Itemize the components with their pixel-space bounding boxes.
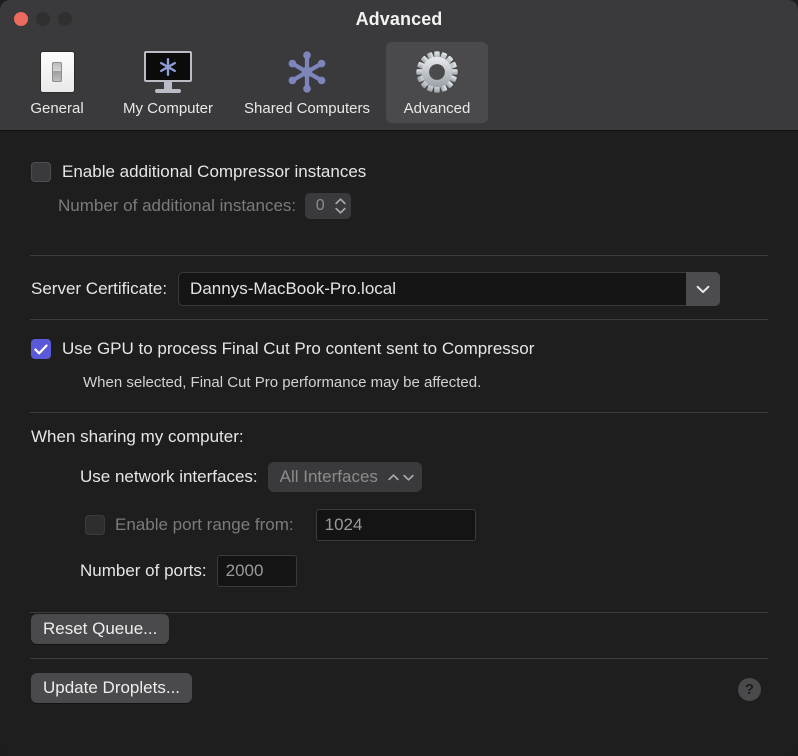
num-ports-row[interactable]: Number of ports: 2000 [80, 555, 297, 587]
divider-3 [30, 412, 768, 413]
port-range-label: Enable port range from: [115, 515, 294, 534]
enable-instances-row[interactable]: Enable additional Compressor instances [31, 162, 366, 182]
divider-4 [30, 612, 768, 613]
sharing-heading-row: When sharing my computer: [31, 427, 244, 447]
network-interfaces-label: Use network interfaces: [80, 467, 258, 486]
num-ports-input[interactable]: 2000 [216, 555, 297, 587]
port-range-checkbox[interactable] [85, 515, 105, 535]
server-certificate-label: Server Certificate: [31, 279, 168, 298]
num-instances-stepper[interactable]: 0 [305, 193, 352, 219]
tab-advanced[interactable]: Advanced [386, 42, 488, 123]
network-interfaces-value: All Interfaces [279, 467, 378, 486]
network-nodes-icon [228, 48, 386, 96]
num-instances-label: Number of additional instances: [58, 196, 297, 215]
chevron-down-icon[interactable] [686, 272, 721, 306]
divider-2 [30, 319, 768, 320]
server-certificate-combobox[interactable]: Dannys-MacBook-Pro.local [178, 272, 721, 306]
port-range-input[interactable]: 1024 [315, 509, 476, 541]
use-gpu-row[interactable]: Use GPU to process Final Cut Pro content… [31, 339, 534, 359]
preferences-content: Enable additional Compressor instances N… [0, 131, 798, 756]
network-interfaces-row[interactable]: Use network interfaces: All Interfaces [80, 462, 423, 492]
tab-shared-computers[interactable]: Shared Computers [228, 42, 386, 123]
update-droplets-row: Update Droplets... [31, 673, 193, 703]
tab-shared-computers-label: Shared Computers [244, 100, 370, 117]
tab-advanced-label: Advanced [403, 100, 471, 117]
network-interfaces-popup[interactable]: All Interfaces [267, 462, 423, 492]
port-range-row[interactable]: Enable port range from: 1024 [85, 509, 476, 541]
use-gpu-note: When selected, Final Cut Pro performance… [83, 374, 482, 391]
enable-instances-label: Enable additional Compressor instances [62, 162, 367, 181]
use-gpu-checkbox[interactable] [31, 339, 51, 359]
reset-queue-row: Reset Queue... [31, 614, 170, 644]
window-title: Advanced [355, 9, 443, 29]
use-gpu-label: Use GPU to process Final Cut Pro content… [62, 339, 535, 358]
tab-my-computer[interactable]: My Computer [108, 42, 228, 123]
preferences-tab-bar: General My Computer Shared Computers Adv… [6, 42, 488, 123]
stepper-arrows-icon[interactable] [335, 198, 346, 214]
tab-my-computer-label: My Computer [122, 100, 214, 117]
reset-queue-button[interactable]: Reset Queue... [31, 614, 170, 644]
help-button[interactable]: ? [738, 678, 761, 701]
display-asterisk-icon [108, 48, 228, 96]
window-toolbar: Advanced General My Computer Shared Comp… [0, 0, 798, 131]
num-instances-value: 0 [315, 197, 325, 214]
gear-icon [386, 48, 488, 96]
divider-1 [30, 255, 768, 256]
update-droplets-button[interactable]: Update Droplets... [31, 673, 193, 703]
server-certificate-value: Dannys-MacBook-Pro.local [190, 279, 397, 298]
divider-5 [30, 658, 768, 659]
enable-instances-checkbox[interactable] [31, 162, 51, 182]
tab-general[interactable]: General [6, 42, 108, 123]
num-ports-label: Number of ports: [80, 561, 207, 580]
sharing-heading: When sharing my computer: [31, 427, 244, 446]
preferences-window: Advanced General My Computer Shared Comp… [0, 0, 798, 756]
use-gpu-note-row: When selected, Final Cut Pro performance… [83, 374, 481, 391]
light-switch-icon [6, 48, 108, 96]
server-certificate-row: Server Certificate: Dannys-MacBook-Pro.l… [31, 272, 721, 306]
tab-general-label: General [30, 100, 84, 117]
popup-arrows-icon[interactable] [388, 468, 415, 486]
num-instances-row[interactable]: Number of additional instances: 0 [58, 193, 352, 219]
